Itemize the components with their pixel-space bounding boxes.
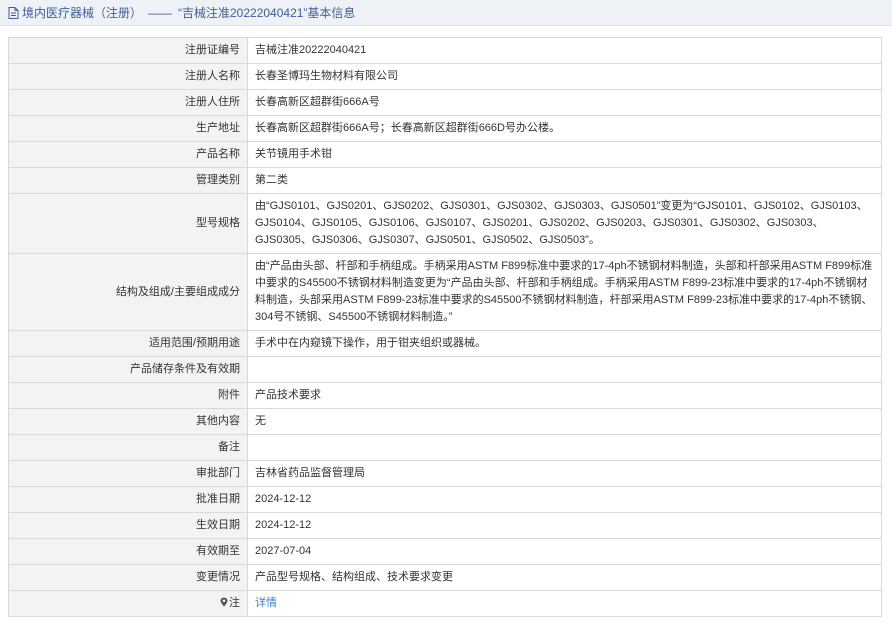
- table-row: 管理类别 第二类: [8, 167, 882, 194]
- details-link[interactable]: 详情: [255, 597, 277, 609]
- table-row: 有效期至 2027-07-04: [8, 538, 882, 565]
- row-value: 2027-07-04: [247, 538, 882, 565]
- info-table-container: 注册证编号 吉械注准20222040421 注册人名称 长春圣博玛生物材料有限公司 注册…: [8, 37, 882, 617]
- row-label: 注册人住所: [8, 89, 248, 116]
- pin-icon: [220, 597, 228, 607]
- row-label: 注册证编号: [8, 37, 248, 64]
- table-row: 审批部门 吉林省药品监督管理局: [8, 460, 882, 487]
- header-separator: ——: [148, 5, 173, 20]
- row-label: 适用范围/预期用途: [8, 330, 248, 357]
- row-value: 吉林省药品监督管理局: [247, 460, 882, 487]
- row-value: 由“GJS0101、GJS0201、GJS0202、GJS0301、GJS030…: [247, 193, 882, 254]
- row-value: 关节镜用手术钳: [247, 141, 882, 168]
- row-value: [247, 356, 882, 383]
- table-row: 型号规格 由“GJS0101、GJS0201、GJS0202、GJS0301、GJ…: [8, 193, 882, 254]
- row-value-note: 详情: [247, 590, 882, 617]
- row-value: 长春圣博玛生物材料有限公司: [247, 63, 882, 90]
- table-row: 批准日期 2024-12-12: [8, 486, 882, 513]
- row-label: 附件: [8, 382, 248, 409]
- table-row: 适用范围/预期用途 手术中在内窥镜下操作，用于钳夹组织或器械。: [8, 330, 882, 357]
- row-label: 产品储存条件及有效期: [8, 356, 248, 383]
- page-header: 境内医疗器械（注册） —— “吉械注准20222040421”基本信息: [0, 0, 892, 26]
- row-label-note: 注: [8, 590, 248, 617]
- info-table: 注册证编号 吉械注准20222040421 注册人名称 长春圣博玛生物材料有限公司 注册…: [8, 37, 882, 617]
- row-value: 手术中在内窥镜下操作，用于钳夹组织或器械。: [247, 330, 882, 357]
- row-label: 管理类别: [8, 167, 248, 194]
- table-row: 注册证编号 吉械注准20222040421: [8, 37, 882, 64]
- row-value: 由“产品由头部、杆部和手柄组成。手柄采用ASTM F899标准中要求的17-4p…: [247, 253, 882, 331]
- table-row: 备注: [8, 434, 882, 461]
- row-label: 有效期至: [8, 538, 248, 565]
- table-row-note: 注 详情: [8, 590, 882, 617]
- row-label: 生效日期: [8, 512, 248, 539]
- row-label: 变更情况: [8, 564, 248, 591]
- table-row: 产品储存条件及有效期: [8, 356, 882, 383]
- note-label: 注: [229, 597, 240, 609]
- row-value: 吉械注准20222040421: [247, 37, 882, 64]
- row-value: 产品技术要求: [247, 382, 882, 409]
- row-value: 2024-12-12: [247, 512, 882, 539]
- table-row: 其他内容无: [8, 408, 882, 435]
- row-value: 2024-12-12: [247, 486, 882, 513]
- row-label: 注册人名称: [8, 63, 248, 90]
- row-label: 审批部门: [8, 460, 248, 487]
- table-row: 注册人住所 长春高新区超群街666A号: [8, 89, 882, 116]
- row-value: 长春高新区超群街666A号: [247, 89, 882, 116]
- row-label: 备注: [8, 434, 248, 461]
- table-row: 变更情况 产品型号规格、结构组成、技术要求变更: [8, 564, 882, 591]
- row-value: 产品型号规格、结构组成、技术要求变更: [247, 564, 882, 591]
- row-label: 产品名称: [8, 141, 248, 168]
- table-row: 结构及组成/主要组成成分 由“产品由头部、杆部和手柄组成。手柄采用ASTM F89…: [8, 253, 882, 331]
- table-row: 附件 产品技术要求: [8, 382, 882, 409]
- header-title: “吉械注准20222040421”基本信息: [178, 6, 356, 20]
- document-icon: [8, 6, 19, 19]
- row-label: 批准日期: [8, 486, 248, 513]
- table-row: 注册人名称 长春圣博玛生物材料有限公司: [8, 63, 882, 90]
- row-label: 结构及组成/主要组成成分: [8, 253, 248, 331]
- row-value: 长春高新区超群街666A号；长春高新区超群街666D号办公楼。: [247, 115, 882, 142]
- row-label: 型号规格: [8, 193, 248, 254]
- row-value: 第二类: [247, 167, 882, 194]
- row-value: [247, 434, 882, 461]
- header-section: 境内医疗器械（注册）: [22, 6, 143, 20]
- table-row: 生产地址 长春高新区超群街666A号；长春高新区超群街666D号办公楼。: [8, 115, 882, 142]
- row-value: 无: [247, 408, 882, 435]
- table-row: 生效日期 2024-12-12: [8, 512, 882, 539]
- table-row: 产品名称 关节镜用手术钳: [8, 141, 882, 168]
- row-label: 生产地址: [8, 115, 248, 142]
- row-label: 其他内容: [8, 408, 248, 435]
- info-table-body: 注册证编号 吉械注准20222040421 注册人名称 长春圣博玛生物材料有限公司 注册…: [8, 37, 882, 617]
